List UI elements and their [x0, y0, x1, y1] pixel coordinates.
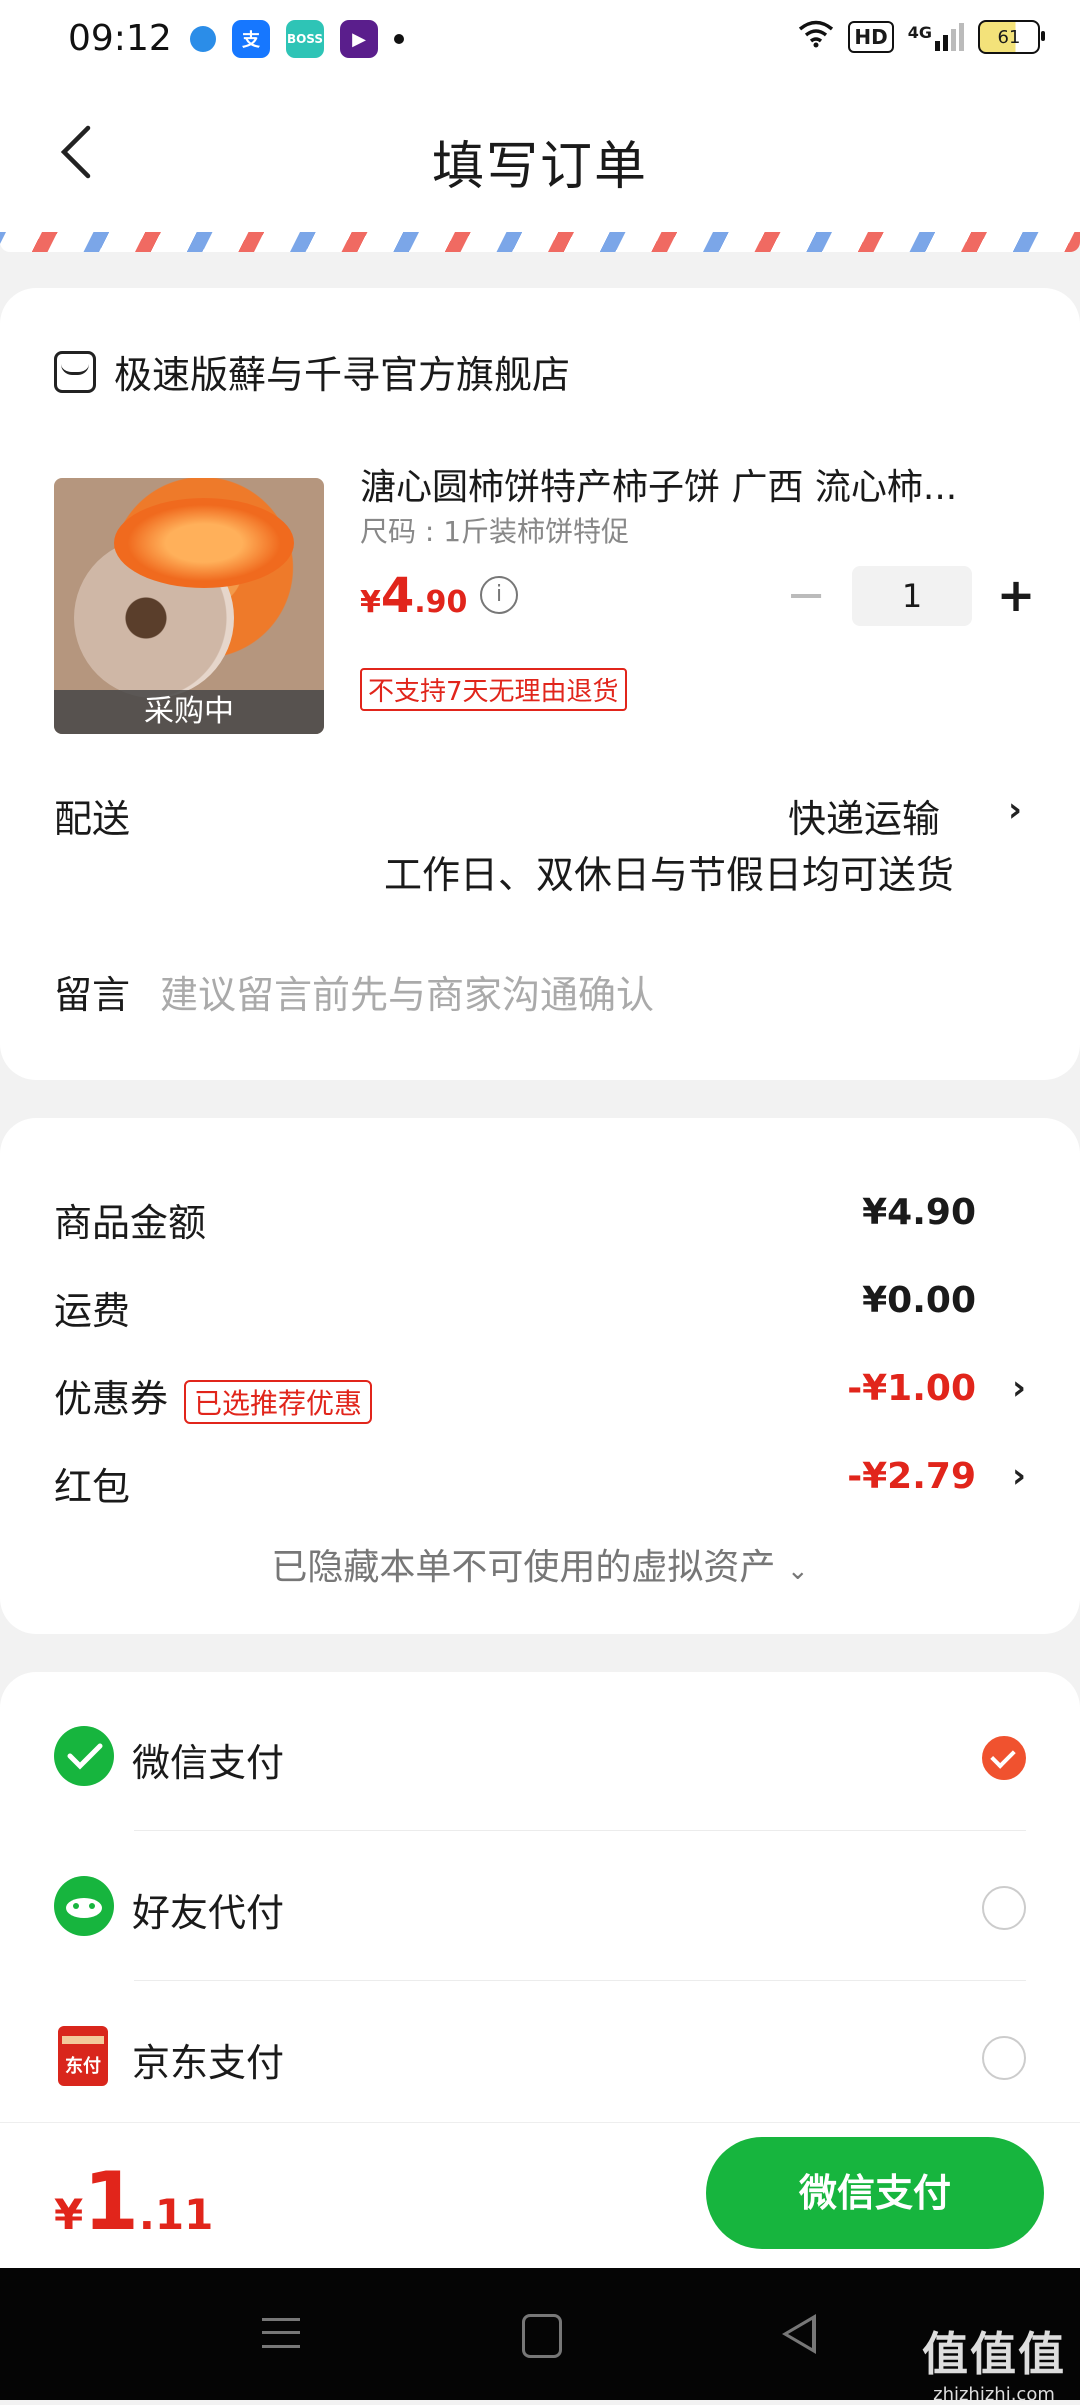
product-price: ¥4.90 — [360, 568, 467, 624]
goods-amount-label: 商品金额 — [54, 1201, 207, 1245]
message-input[interactable]: 建议留言前先与商家沟通确认 — [160, 964, 654, 1019]
system-back-icon[interactable] — [782, 2314, 816, 2354]
goods-amount-row: 商品金额 ¥4.90 — [54, 1192, 1026, 1252]
red-packet-row[interactable]: 红包 -¥2.79 › — [54, 1456, 1026, 1516]
radio-unselected-icon[interactable] — [982, 1886, 1026, 1930]
notification-icons: 支 BOSS ▶ — [190, 20, 404, 58]
checkout-bar: ¥1.11 微信支付 — [0, 2122, 1080, 2269]
video-app-icon: ▶ — [340, 20, 378, 58]
payment-option-friend[interactable]: 好友代付 — [54, 1862, 1026, 1942]
quantity-stepper: − 1 + — [786, 566, 1036, 626]
coupon-row[interactable]: 优惠券 已选推荐优惠 -¥1.00 › — [54, 1368, 1026, 1428]
system-navigation-bar — [0, 2268, 1080, 2400]
home-icon[interactable] — [522, 2314, 562, 2358]
increase-quantity-button[interactable]: + — [996, 572, 1036, 618]
order-item-card: 极速版蘚与千寻官方旗舰店 采购中 溏心圆柿饼特产柿子饼 广西 流心柿... 尺码… — [0, 288, 1080, 1080]
alipay-icon: 支 — [232, 20, 270, 58]
payment-method-card: 微信支付 好友代付 东付 京东支付 — [0, 1672, 1080, 2122]
product-image[interactable]: 采购中 — [54, 478, 324, 734]
delivery-note: 工作日、双休日与节假日均可送货 — [383, 853, 954, 897]
coupon-tag: 已选推荐优惠 — [184, 1379, 373, 1424]
payment-label: 微信支付 — [132, 1741, 285, 1785]
delivery-method[interactable]: 快递运输 — [788, 788, 940, 843]
coupon-label: 优惠券 — [54, 1377, 169, 1421]
hd-voice-icon: HD — [848, 21, 894, 53]
decrease-quantity-button[interactable]: − — [786, 571, 826, 619]
recent-apps-icon[interactable] — [262, 2318, 300, 2348]
wifi-icon — [798, 20, 834, 54]
total-decimal: .11 — [138, 2190, 214, 2239]
product-name[interactable]: 溏心圆柿饼特产柿子饼 广西 流心柿... — [360, 458, 1000, 510]
red-packet-label: 红包 — [54, 1465, 131, 1509]
friend-pay-icon — [54, 1876, 114, 1936]
store-header[interactable]: 极速版蘚与千寻官方旗舰店 — [54, 344, 570, 399]
app-notification-icon — [190, 26, 216, 52]
message-label: 留言 — [54, 973, 131, 1017]
delivery-chevron-icon[interactable]: › — [1008, 790, 1022, 830]
no-return-badge: 不支持7天无理由退货 — [360, 668, 627, 711]
more-notifications-icon — [394, 34, 404, 44]
page-title: 填写订单 — [431, 137, 648, 197]
chevron-down-icon: ⌄ — [786, 1556, 809, 1586]
coupon-value: -¥1.00 — [847, 1368, 976, 1409]
goods-amount-value: ¥4.90 — [862, 1192, 976, 1233]
divider — [134, 1980, 1026, 1981]
shipping-fee-label: 运费 — [54, 1289, 131, 1333]
product-sku: 尺码 : 1斤装柿饼特促 — [360, 515, 630, 548]
price-symbol: ¥ — [360, 585, 381, 620]
amount-summary-card: 商品金额 ¥4.90 运费 ¥0.00 优惠券 已选推荐优惠 -¥1.00 › 红… — [0, 1118, 1080, 1634]
network-type: 4G — [907, 23, 932, 42]
watermark-logo: 值值值 — [922, 2327, 1066, 2381]
red-packet-chevron-icon[interactable]: › — [1012, 1456, 1026, 1496]
boss-zhipin-icon: BOSS — [286, 20, 324, 58]
total-integer: 1 — [83, 2155, 139, 2248]
store-name: 极速版蘚与千寻官方旗舰店 — [114, 353, 571, 397]
wechat-pay-icon — [54, 1726, 114, 1786]
battery-level: 61 — [997, 26, 1021, 48]
payment-option-wechat[interactable]: 微信支付 — [54, 1712, 1026, 1792]
battery-icon: 61 — [978, 20, 1045, 54]
header-bar: 填写订单 — [0, 82, 1080, 232]
status-bar: 09:12 支 BOSS ▶ HD 4G 61 — [0, 0, 1080, 82]
shipping-fee-row: 运费 ¥0.00 — [54, 1280, 1026, 1340]
coupon-label-wrap: 优惠券 已选推荐优惠 — [54, 1368, 373, 1424]
status-time: 09:12 — [68, 18, 172, 59]
price-info-icon[interactable]: i — [480, 576, 518, 614]
store-icon — [54, 350, 96, 393]
shipping-fee-value: ¥0.00 — [862, 1280, 976, 1321]
radio-unselected-icon[interactable] — [982, 2036, 1026, 2080]
coupon-chevron-icon[interactable]: › — [1012, 1368, 1026, 1408]
hidden-assets-toggle[interactable]: 已隐藏本单不可使用的虚拟资产 ⌄ — [0, 1538, 1080, 1590]
watermark: 值值值 zhizhizhi.com — [922, 2318, 1066, 2405]
quantity-value[interactable]: 1 — [852, 566, 972, 626]
price-decimal: .90 — [414, 585, 468, 620]
red-packet-value: -¥2.79 — [847, 1456, 976, 1497]
divider — [134, 1830, 1026, 1831]
hidden-assets-text: 已隐藏本单不可使用的虚拟资产 — [271, 1547, 776, 1588]
airmail-divider — [0, 232, 1080, 252]
payment-label: 京东支付 — [132, 2041, 285, 2085]
purchasing-badge: 采购中 — [54, 690, 324, 734]
system-indicators: HD 4G 61 — [798, 20, 1045, 54]
payment-label: 好友代付 — [132, 1891, 285, 1935]
watermark-url: zhizhizhi.com — [933, 2384, 1055, 2405]
radio-selected-icon[interactable] — [982, 1736, 1026, 1780]
total-price: ¥1.11 — [54, 2155, 213, 2248]
price-integer: 4 — [380, 568, 415, 624]
payment-option-jd[interactable]: 东付 京东支付 — [54, 2012, 1026, 2092]
signal-icon: 4G — [908, 23, 964, 51]
delivery-label: 配送 — [54, 797, 131, 841]
jd-pay-icon: 东付 — [58, 2026, 108, 2086]
pay-button[interactable]: 微信支付 — [706, 2137, 1044, 2249]
total-symbol: ¥ — [54, 2190, 84, 2239]
svg-text:东付: 东付 — [65, 2055, 101, 2077]
